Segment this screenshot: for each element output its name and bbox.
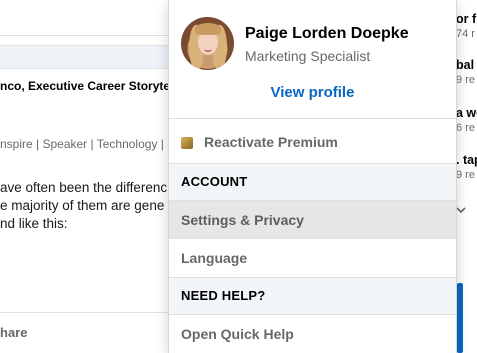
premium-gold-icon [181,137,193,149]
news-item-title: . tap [456,153,477,167]
reactivate-premium-label: Reactivate Premium [204,134,338,150]
news-item[interactable]: a we 6 re [456,106,477,135]
chevron-down-icon[interactable] [456,206,466,217]
news-item-meta: 74 r [456,28,475,40]
news-item-title: a we [456,106,477,120]
news-item-meta: 6 re [456,122,475,134]
profile-headline: Marketing Specialist [245,48,371,64]
language-link[interactable]: Language [169,239,456,277]
open-quick-help-link[interactable]: Open Quick Help [169,315,456,353]
post-body-line: e majority of them are gene [0,198,165,213]
profile-dropdown-menu: Paige Lorden Doepke Marketing Specialist… [168,0,457,353]
post-divider [0,312,168,313]
news-item[interactable]: or f 74 r [456,12,477,41]
settings-privacy-link[interactable]: Settings & Privacy [169,201,456,239]
news-item[interactable]: bal 9 re [456,58,477,87]
profile-section: Paige Lorden Doepke Marketing Specialist… [169,0,456,119]
avatar[interactable] [181,17,234,70]
blue-button-edge[interactable] [457,283,463,353]
post-author-subtitle: nspire | Speaker | Technology | H [0,137,176,151]
news-item-title: bal [456,58,475,72]
post-body: ave often been the differenc e majority … [0,179,167,233]
reactivate-premium-link[interactable]: Reactivate Premium [169,119,456,164]
feed-post-header-band [0,45,168,69]
account-section-header: ACCOUNT [169,164,456,201]
news-item-meta: 9 re [456,74,475,86]
share-button[interactable]: hare [0,325,27,340]
post-body-line: nd like this: [0,216,68,231]
news-item-meta: 9 re [456,169,475,181]
view-profile-button[interactable]: View profile [169,84,456,101]
news-item-title: or f [456,12,477,26]
news-item[interactable]: . tap 9 re [456,153,477,182]
profile-name: Paige Lorden Doepke [245,25,409,42]
need-help-section-header: NEED HELP? [169,278,456,315]
feed-top-strip [0,0,168,36]
post-body-line: ave often been the differenc [0,180,168,195]
post-author-name[interactable]: nco, Executive Career Storyteller [0,79,188,93]
